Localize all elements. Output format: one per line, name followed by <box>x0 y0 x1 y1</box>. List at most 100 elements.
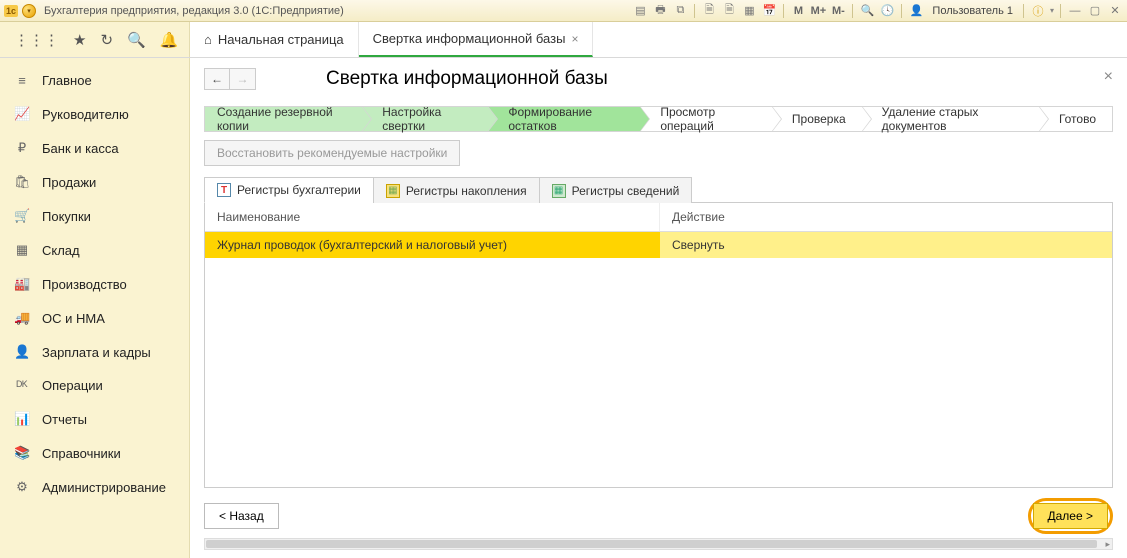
memory-m-icon[interactable]: M <box>790 3 806 19</box>
step-label: Удаление старых документов <box>882 105 1023 133</box>
sidebar-item-payroll[interactable]: 👤Зарплата и кадры <box>0 335 189 369</box>
sidebar-item-label: ОС и НМА <box>42 311 105 326</box>
sidebar-item-label: Руководителю <box>42 107 129 122</box>
step-check[interactable]: Проверка <box>772 107 862 131</box>
col-header-action[interactable]: Действие <box>660 203 1112 231</box>
sidebar-item-label: Администрирование <box>42 480 166 495</box>
restore-defaults-label: Восстановить рекомендуемые настройки <box>217 146 447 160</box>
content-area: ← → Свертка информационной базы × Создан… <box>190 58 1127 558</box>
page-title: Свертка информационной базы <box>326 68 608 90</box>
info-icon[interactable]: ⓘ <box>1030 3 1046 19</box>
sidebar-item-label: Покупки <box>42 209 91 224</box>
sidebar-item-main[interactable]: ≡Главное <box>0 64 189 97</box>
sidebar-item-production[interactable]: 🏭Производство <box>0 267 189 301</box>
user-label[interactable]: Пользователь 1 <box>928 5 1017 17</box>
col-header-name[interactable]: Наименование <box>205 203 660 231</box>
cell-name: Журнал проводок (бухгалтерский и налогов… <box>205 232 660 258</box>
clock-icon[interactable]: 🕓 <box>879 3 895 19</box>
truck-icon: 🚚 <box>14 310 30 326</box>
memory-mplus-icon[interactable]: M+ <box>810 3 826 19</box>
step-delete[interactable]: Удаление старых документов <box>862 107 1039 131</box>
nav-forward-button[interactable]: → <box>230 68 256 90</box>
tab-svertka[interactable]: Свертка информационной базы × <box>359 22 594 57</box>
titlebar: 1c ▾ Бухгалтерия предприятия, редакция 3… <box>0 0 1127 22</box>
dk-icon: ᴰᴷ <box>14 378 30 393</box>
books-icon: 📚 <box>14 445 30 461</box>
scroll-right-icon[interactable]: ▸ <box>1105 539 1110 550</box>
sidebar-item-label: Продажи <box>42 175 96 190</box>
scrollbar-thumb[interactable] <box>206 540 1097 548</box>
minimize-icon[interactable]: — <box>1067 3 1083 19</box>
step-settings[interactable]: Настройка свертки <box>362 107 488 131</box>
main-toolbar: ⋮⋮⋮ ★ ↻ 🔍 🔔 ⌂ Начальная страница Свертка… <box>0 22 1127 58</box>
sidebar-item-label: Склад <box>42 243 80 258</box>
favorite-icon[interactable]: ★ <box>73 31 86 49</box>
nav-back-button[interactable]: ← <box>204 68 230 90</box>
zoom-icon[interactable]: 🔍 <box>859 3 875 19</box>
step-label: Формирование остатков <box>508 105 624 133</box>
sidebar-item-assets[interactable]: 🚚 ОС и НМА <box>0 301 189 335</box>
sidebar-item-purchases[interactable]: 🛒Покупки <box>0 199 189 233</box>
next-button-label: Далее > <box>1048 509 1094 523</box>
app-menu-dropdown[interactable]: ▾ <box>22 4 36 18</box>
register-tabs: TРегистры бухгалтерии ▦Регистры накоплен… <box>204 176 1113 203</box>
copy-icon[interactable]: ⧉ <box>672 3 688 19</box>
horizontal-scrollbar[interactable]: ▸ <box>204 538 1113 550</box>
step-done[interactable]: Готово <box>1039 107 1112 131</box>
maximize-icon[interactable]: ▢ <box>1087 3 1103 19</box>
sidebar-item-reports[interactable]: 📊Отчеты <box>0 402 189 436</box>
step-label: Настройка свертки <box>382 105 472 133</box>
next-button[interactable]: Далее > <box>1033 503 1109 529</box>
wizard-steps: Создание резервной копии Настройка сверт… <box>204 106 1113 132</box>
history-icon[interactable]: ↻ <box>100 31 113 49</box>
tab-close-icon[interactable]: × <box>571 32 578 46</box>
print-icon[interactable]: 🖶 <box>652 3 668 19</box>
apps-icon[interactable]: ⋮⋮⋮ <box>14 31 59 49</box>
calculator-icon[interactable]: ▦ <box>741 3 757 19</box>
user-icon: 👤 <box>908 3 924 19</box>
sidebar-item-label: Главное <box>42 73 92 88</box>
subtab-accumulation[interactable]: ▦Регистры накопления <box>373 177 540 203</box>
print-preview-icon[interactable]: ▤ <box>632 3 648 19</box>
back-button-label: < Назад <box>219 509 264 523</box>
page-close-icon[interactable]: × <box>1104 68 1113 86</box>
sidebar-item-label: Зарплата и кадры <box>42 345 151 360</box>
search-icon[interactable]: 🔍 <box>127 31 146 49</box>
subtab-label: Регистры сведений <box>572 184 680 198</box>
step-label: Просмотр операций <box>660 105 756 133</box>
compare-icon[interactable]: 🗎 <box>701 3 717 19</box>
sidebar-item-sales[interactable]: 🛍 Продажи <box>0 165 189 199</box>
info-register-icon: ▦ <box>552 184 566 198</box>
chart-icon: 📈 <box>14 106 30 122</box>
tab-home[interactable]: ⌂ Начальная страница <box>190 22 359 57</box>
calendar-icon[interactable]: 📅 <box>761 3 777 19</box>
step-label: Создание резервной копии <box>217 105 346 133</box>
sidebar-item-label: Банк и касса <box>42 141 119 156</box>
step-review[interactable]: Просмотр операций <box>640 107 772 131</box>
sidebar-item-bank[interactable]: ₽Банк и касса <box>0 131 189 165</box>
sidebar-item-warehouse[interactable]: ▦Склад <box>0 233 189 267</box>
restore-defaults-button[interactable]: Восстановить рекомендуемые настройки <box>204 140 460 166</box>
app-title: Бухгалтерия предприятия, редакция 3.0 (1… <box>44 5 344 17</box>
sidebar-item-manager[interactable]: 📈 Руководителю <box>0 97 189 131</box>
bag-icon: 🛍 <box>14 174 30 190</box>
tab-svertka-label: Свертка информационной базы <box>373 31 566 46</box>
close-window-icon[interactable]: ✕ <box>1107 3 1123 19</box>
register-grid: Наименование Действие Журнал проводок (б… <box>204 203 1113 488</box>
sidebar-item-operations[interactable]: ᴰᴷОперации <box>0 369 189 402</box>
doc-icon[interactable]: 🗎 <box>721 3 737 19</box>
subtab-accounting[interactable]: TРегистры бухгалтерии <box>204 177 374 203</box>
tab-home-label: Начальная страница <box>218 32 344 47</box>
sidebar-item-admin[interactable]: ⚙ Администрирование <box>0 470 189 504</box>
back-button[interactable]: < Назад <box>204 503 279 529</box>
memory-mminus-icon[interactable]: M- <box>830 3 846 19</box>
subtab-info[interactable]: ▦ Регистры сведений <box>539 177 693 203</box>
sidebar-item-label: Справочники <box>42 446 121 461</box>
sidebar-item-catalogs[interactable]: 📚 Справочники <box>0 436 189 470</box>
table-row[interactable]: Журнал проводок (бухгалтерский и налогов… <box>205 232 1112 258</box>
gear-icon: ⚙ <box>14 479 30 495</box>
step-balances[interactable]: Формирование остатков <box>488 107 640 131</box>
notifications-icon[interactable]: 🔔 <box>160 31 179 49</box>
titlebar-toolbar: ▤ 🖶 ⧉ 🗎 🗎 ▦ 📅 M M+ M- 🔍 🕓 👤 Пользователь… <box>632 3 1123 19</box>
step-backup[interactable]: Создание резервной копии <box>205 107 362 131</box>
